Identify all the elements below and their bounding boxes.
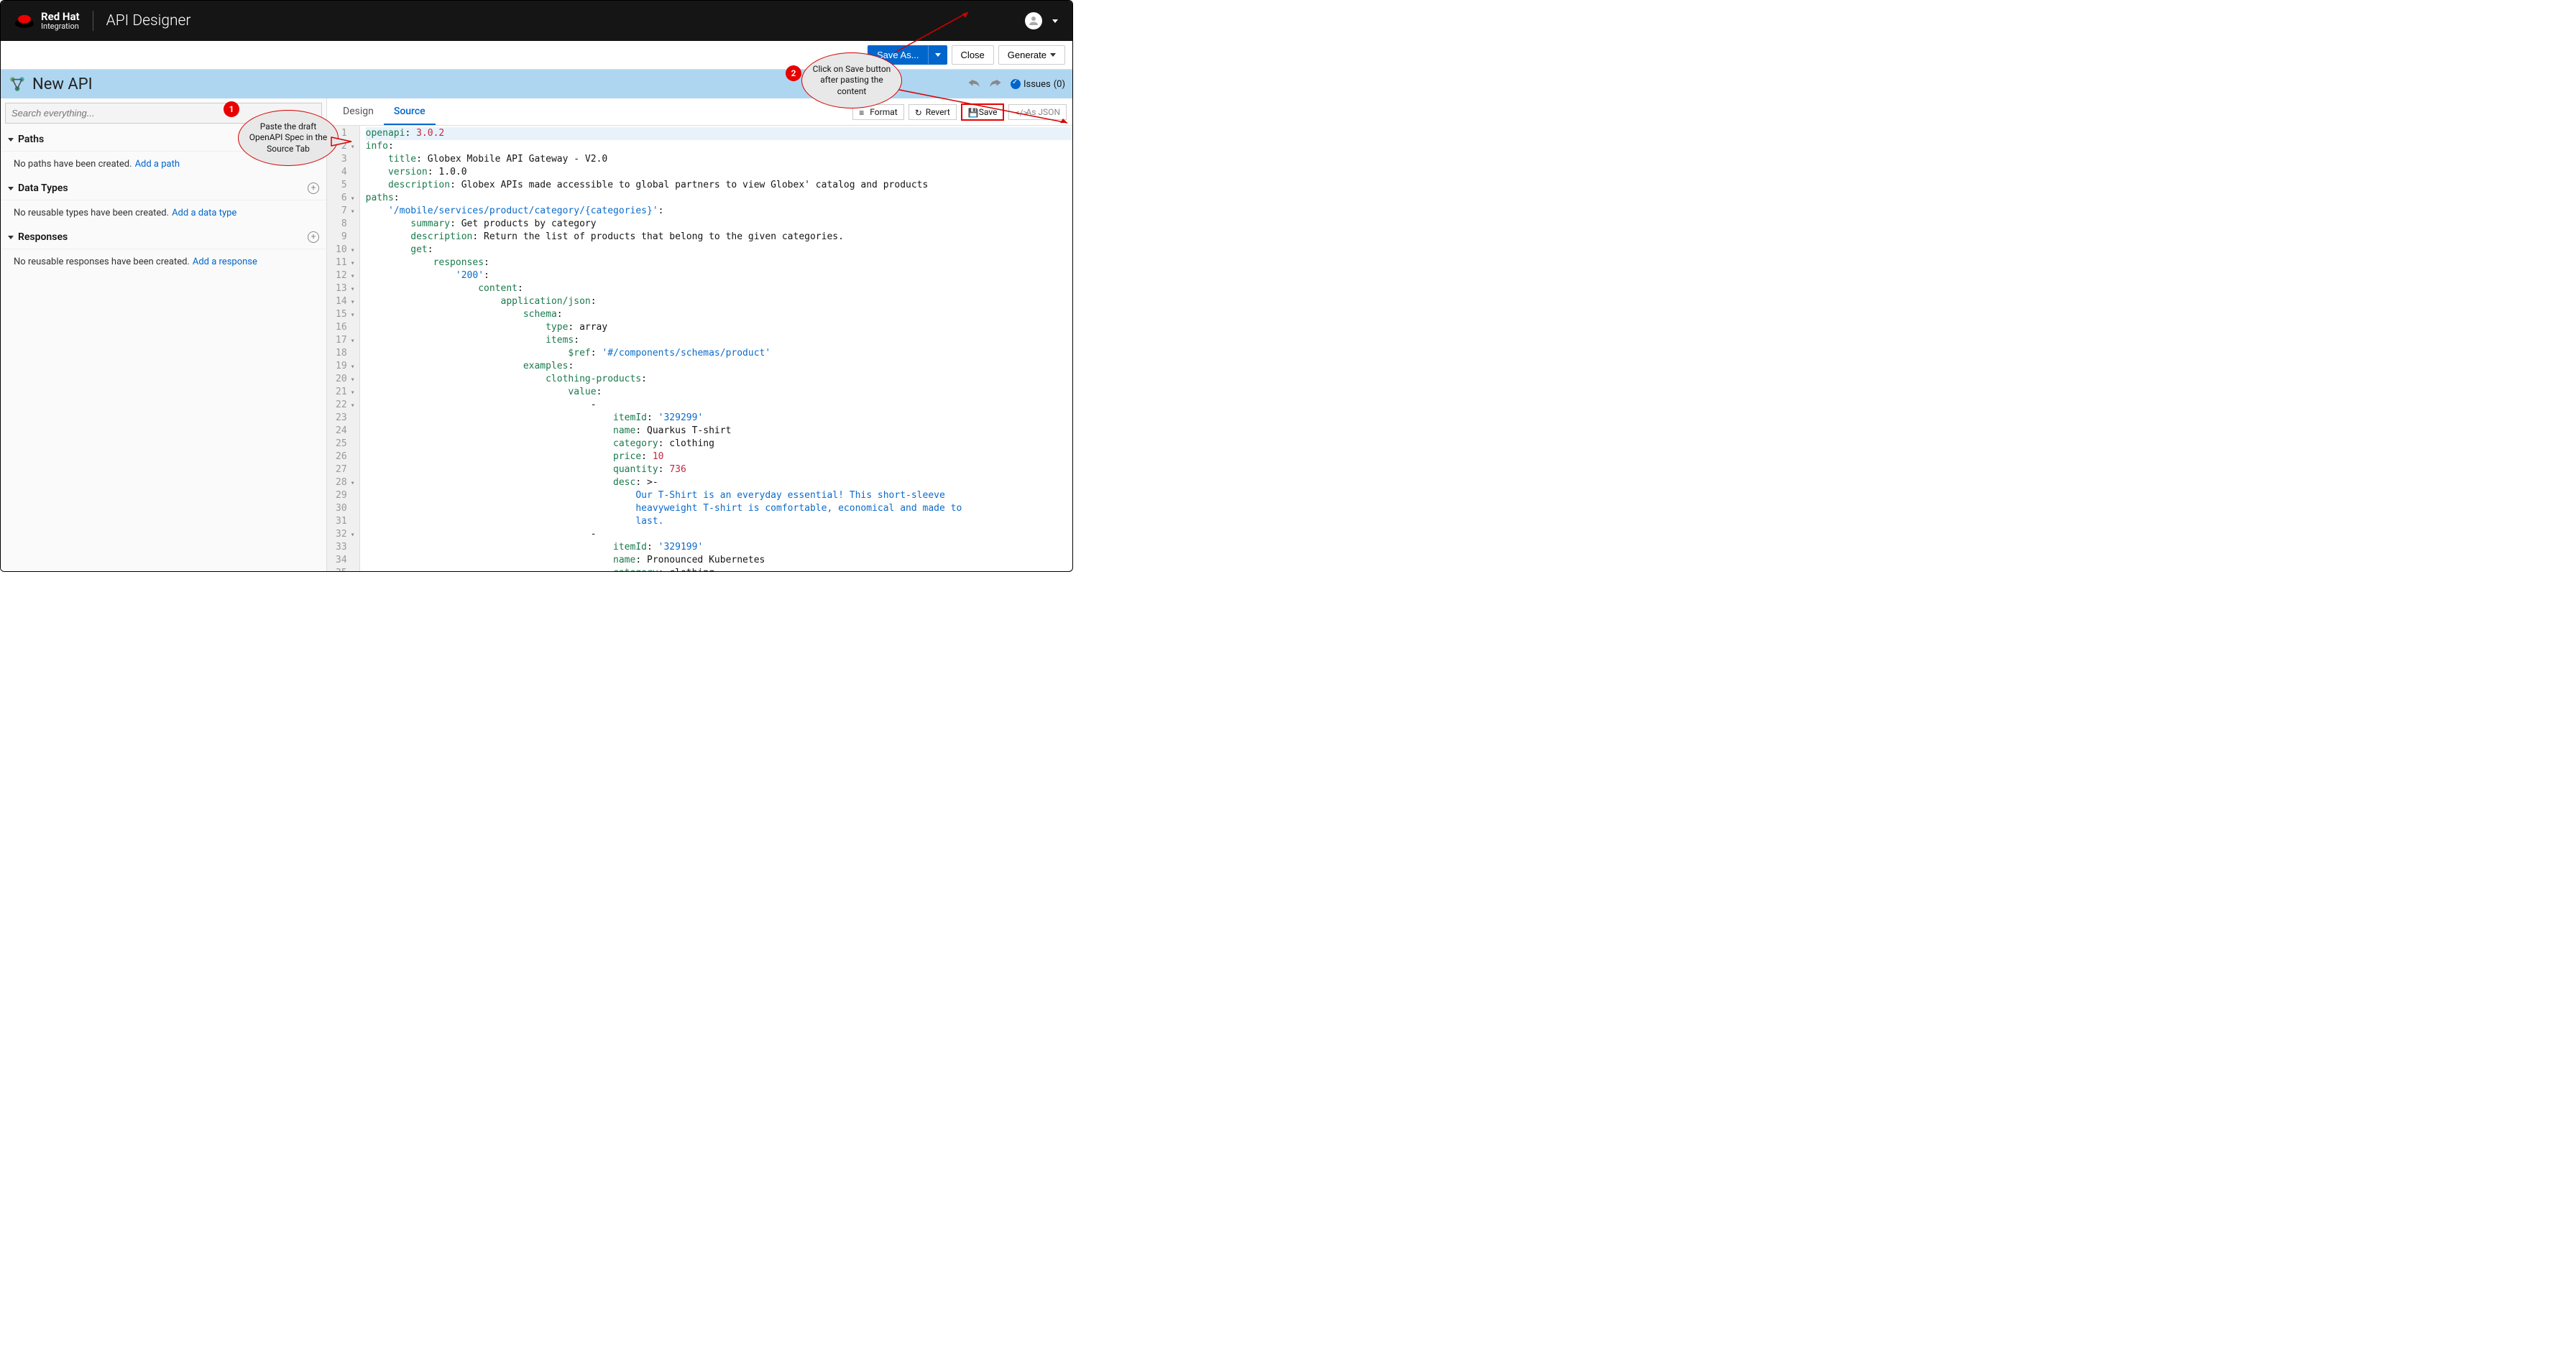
format-label: Format	[870, 107, 897, 117]
generate-button[interactable]: Generate	[998, 45, 1065, 65]
section-empty-text: No paths have been created.	[14, 159, 132, 170]
section-body: No reusable responses have been created.…	[1, 249, 326, 274]
section-label: Data Types	[18, 182, 68, 194]
undo-button[interactable]	[967, 77, 980, 91]
add-icon[interactable]: +	[308, 231, 319, 243]
section-header-paths[interactable]: Paths	[1, 128, 326, 152]
revert-icon: ↻	[915, 108, 923, 116]
section-add-link[interactable]: Add a path	[135, 159, 180, 170]
brand: Red Hat Integration	[15, 11, 80, 30]
section-label: Responses	[18, 231, 68, 243]
save-icon: 💾	[968, 108, 976, 116]
issues-label: Issues	[1024, 79, 1051, 90]
save-label: Save	[979, 107, 998, 117]
issues-count: (0)	[1054, 79, 1065, 90]
tab-design[interactable]: Design	[333, 99, 384, 125]
section-header-responses[interactable]: Responses +	[1, 226, 326, 249]
title-bar: New API Issues (0)	[1, 70, 1072, 98]
user-menu-caret-icon[interactable]	[1052, 19, 1058, 23]
save-as-button[interactable]: Save As...	[868, 45, 929, 65]
left-sidebar: Paths No paths have been created.Add a pa…	[1, 98, 327, 571]
as-json-label: As JSON	[1026, 107, 1060, 117]
chevron-down-icon	[8, 187, 14, 190]
redo-button[interactable]	[989, 77, 1002, 91]
brand-bottom: Integration	[41, 22, 80, 30]
search-input[interactable]	[5, 103, 322, 124]
user-avatar-icon[interactable]	[1025, 12, 1042, 29]
section-add-link[interactable]: Add a data type	[172, 208, 236, 218]
format-icon: ≡	[859, 108, 867, 116]
add-icon[interactable]: +	[308, 182, 319, 194]
save-as-dropdown-button[interactable]	[929, 45, 947, 65]
save-as-button-group: Save As...	[868, 45, 947, 65]
tab-source[interactable]: Source	[384, 99, 436, 125]
save-button[interactable]: 💾Save	[961, 103, 1005, 121]
chevron-down-icon	[935, 53, 941, 57]
section-empty-text: No reusable types have been created.	[14, 208, 169, 218]
section-body: No paths have been created.Add a path	[1, 152, 326, 177]
generate-label: Generate	[1008, 50, 1046, 60]
app-header: Red Hat Integration API Designer	[1, 1, 1072, 41]
editor-tabs: Design Source ≡Format ↻Revert 💾Save </>A…	[327, 98, 1072, 126]
revert-button[interactable]: ↻Revert	[908, 104, 957, 120]
close-button[interactable]: Close	[952, 45, 994, 65]
top-toolbar: Save As... Close Generate	[1, 41, 1072, 70]
section-header-data-types[interactable]: Data Types +	[1, 177, 326, 200]
line-gutter: 12▾3456▾7▾8910▾11▾12▾13▾14▾15▾1617▾1819▾…	[327, 126, 360, 571]
editor-pane: Design Source ≡Format ↻Revert 💾Save </>A…	[327, 98, 1072, 571]
brand-top: Red Hat	[41, 11, 80, 22]
main: Paths No paths have been created.Add a pa…	[1, 98, 1072, 571]
chevron-down-icon	[8, 138, 14, 142]
format-button[interactable]: ≡Format	[852, 104, 903, 120]
product-name: API Designer	[106, 12, 191, 29]
code-content[interactable]: openapi: 3.0.2info: title: Globex Mobile…	[360, 126, 1072, 571]
check-circle-icon	[1011, 79, 1021, 89]
issues-button[interactable]: Issues (0)	[1011, 79, 1065, 90]
page-title: New API	[32, 75, 93, 93]
code-editor[interactable]: 12▾3456▾7▾8910▾11▾12▾13▾14▾15▾1617▾1819▾…	[327, 126, 1072, 571]
revert-label: Revert	[926, 107, 950, 117]
section-label: Paths	[18, 134, 44, 145]
section-empty-text: No reusable responses have been created.	[14, 256, 190, 267]
as-json-button[interactable]: </>As JSON	[1008, 104, 1067, 120]
search-container	[1, 98, 326, 128]
redhat-logo-icon	[15, 14, 34, 28]
section-body: No reusable types have been created.Add …	[1, 200, 326, 226]
chevron-down-icon	[1050, 53, 1056, 57]
api-icon	[8, 75, 27, 93]
code-icon: </>	[1015, 108, 1023, 116]
chevron-down-icon	[8, 236, 14, 239]
section-add-link[interactable]: Add a response	[193, 256, 257, 267]
